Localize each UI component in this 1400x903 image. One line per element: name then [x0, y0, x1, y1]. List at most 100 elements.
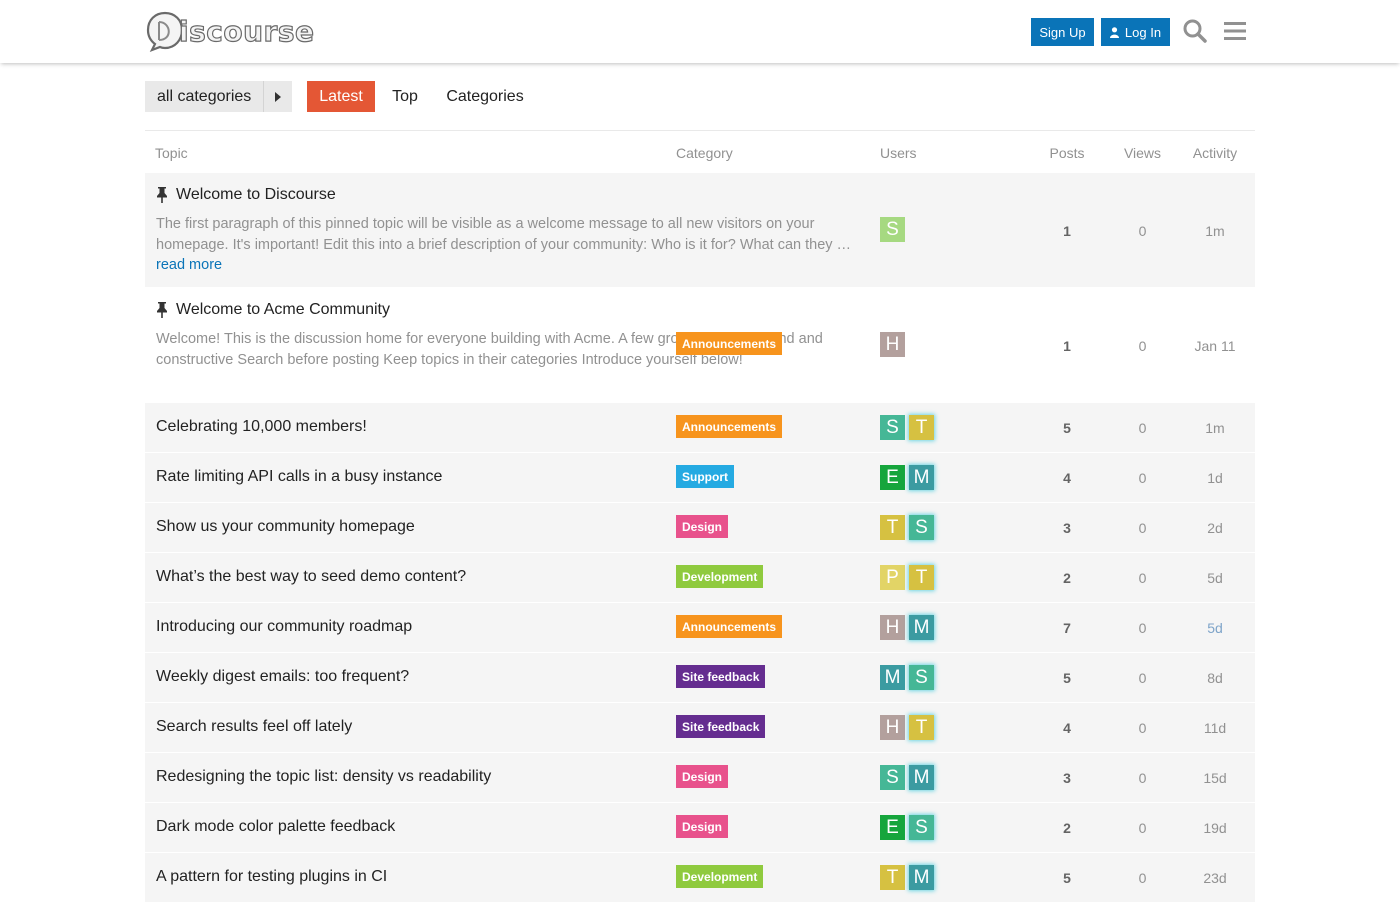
topic-row[interactable]: A pattern for testing plugins in CI Devel…: [145, 853, 1255, 903]
category-badge[interactable]: Site feedback: [676, 665, 766, 688]
category-badge[interactable]: Support: [676, 465, 734, 488]
avatar[interactable]: T: [909, 715, 934, 740]
activity-time[interactable]: 5d: [1180, 570, 1250, 586]
log-in-button[interactable]: Log In: [1101, 18, 1170, 46]
posts-count[interactable]: 1: [1025, 223, 1109, 239]
topic-title-link[interactable]: Rate limiting API calls in a busy instan…: [156, 468, 442, 486]
posts-count[interactable]: 4: [1025, 720, 1109, 736]
avatar[interactable]: S: [880, 765, 905, 790]
avatar[interactable]: M: [880, 665, 905, 690]
posts-count[interactable]: 2: [1025, 570, 1109, 586]
topic-title-link[interactable]: Welcome to Discourse: [156, 186, 336, 204]
activity-time[interactable]: 15d: [1180, 770, 1250, 786]
topic-row[interactable]: Welcome to Discourse The first paragraph …: [145, 173, 1255, 288]
avatar[interactable]: H: [880, 715, 905, 740]
topic-row[interactable]: Weekly digest emails: too frequent? Site …: [145, 653, 1255, 703]
tab-categories[interactable]: Categories: [439, 81, 531, 112]
topic-title-link[interactable]: Show us your community homepage: [156, 518, 415, 536]
avatar[interactable]: T: [909, 565, 934, 590]
site-logo[interactable]: iscourse: [145, 10, 315, 52]
avatar[interactable]: S: [880, 217, 905, 242]
activity-time[interactable]: 23d: [1180, 870, 1250, 886]
category-badge[interactable]: Announcements: [676, 332, 783, 355]
topic-row[interactable]: Search results feel off lately Site feedb…: [145, 703, 1255, 753]
avatar[interactable]: T: [880, 865, 905, 890]
activity-time[interactable]: 1m: [1180, 223, 1250, 239]
column-header-posts[interactable]: Posts: [1025, 145, 1109, 161]
activity-time[interactable]: 5d: [1180, 620, 1250, 636]
topic-row[interactable]: Show us your community homepage Design T S 3…: [145, 503, 1255, 553]
category-badge[interactable]: Announcements: [676, 415, 783, 438]
avatar[interactable]: M: [909, 465, 934, 490]
posts-count[interactable]: 2: [1025, 820, 1109, 836]
posts-count[interactable]: 3: [1025, 770, 1109, 786]
posts-count[interactable]: 5: [1025, 420, 1109, 436]
tab-top[interactable]: Top: [385, 81, 425, 112]
posts-count[interactable]: 7: [1025, 620, 1109, 636]
avatar[interactable]: S: [909, 665, 934, 690]
column-header-views[interactable]: Views: [1105, 145, 1180, 161]
topic-row[interactable]: What’s the best way to seed demo content…: [145, 553, 1255, 603]
category-badge[interactable]: Announcements: [676, 615, 783, 638]
read-more-link[interactable]: read more: [156, 257, 222, 273]
category-badge[interactable]: Site feedback: [676, 715, 766, 738]
avatar[interactable]: M: [909, 765, 934, 790]
topic-row[interactable]: Rate limiting API calls in a busy instan…: [145, 453, 1255, 503]
avatar[interactable]: E: [880, 815, 905, 840]
tab-latest[interactable]: Latest: [307, 81, 375, 112]
sign-up-button[interactable]: Sign Up: [1031, 18, 1094, 46]
category-badge[interactable]: Design: [676, 815, 729, 838]
search-icon[interactable]: [1182, 18, 1208, 44]
topic-title-link[interactable]: Introducing our community roadmap: [156, 618, 412, 636]
category-badge[interactable]: Development: [676, 565, 764, 588]
avatar[interactable]: M: [909, 615, 934, 640]
posts-count[interactable]: 1: [1025, 338, 1109, 354]
topic-row[interactable]: Dark mode color palette feedback Design E S…: [145, 803, 1255, 853]
topic-posters: EM: [880, 465, 938, 490]
topic-title-link[interactable]: Weekly digest emails: too frequent?: [156, 668, 409, 686]
posts-count[interactable]: 3: [1025, 520, 1109, 536]
activity-time[interactable]: Jan 11: [1180, 338, 1250, 354]
pin-icon: [156, 302, 170, 318]
topic-title-link[interactable]: Celebrating 10,000 members!: [156, 418, 367, 436]
avatar[interactable]: S: [909, 815, 934, 840]
topic-row[interactable]: Welcome to Acme Community Welcome! This i…: [145, 288, 1255, 403]
hamburger-menu-icon[interactable]: [1222, 18, 1248, 44]
avatar[interactable]: M: [909, 865, 934, 890]
column-header-users[interactable]: Users: [880, 145, 917, 161]
avatar[interactable]: T: [880, 515, 905, 540]
posts-count[interactable]: 4: [1025, 470, 1109, 486]
avatar[interactable]: S: [909, 515, 934, 540]
activity-time[interactable]: 8d: [1180, 670, 1250, 686]
avatar[interactable]: H: [880, 615, 905, 640]
topic-title-link[interactable]: Welcome to Acme Community: [156, 301, 390, 319]
activity-time[interactable]: 11d: [1180, 720, 1250, 736]
activity-time[interactable]: 1m: [1180, 420, 1250, 436]
avatar[interactable]: E: [880, 465, 905, 490]
column-header-activity[interactable]: Activity: [1180, 145, 1250, 161]
avatar[interactable]: T: [909, 415, 934, 440]
avatar[interactable]: P: [880, 565, 905, 590]
topic-title-link[interactable]: A pattern for testing plugins in CI: [156, 868, 387, 886]
topic-row[interactable]: Introducing our community roadmap Announc…: [145, 603, 1255, 653]
topic-title-link[interactable]: Search results feel off lately: [156, 718, 352, 736]
posts-count[interactable]: 5: [1025, 670, 1109, 686]
avatar[interactable]: H: [880, 332, 905, 357]
topic-title-link[interactable]: Dark mode color palette feedback: [156, 818, 395, 836]
column-header-topic[interactable]: Topic: [155, 145, 188, 161]
caret-right-icon[interactable]: [263, 81, 292, 112]
category-dropdown[interactable]: all categories: [145, 81, 292, 112]
topic-title-link[interactable]: Redesigning the topic list: density vs r…: [156, 768, 491, 786]
avatar[interactable]: S: [880, 415, 905, 440]
column-header-category[interactable]: Category: [676, 145, 733, 161]
topic-row[interactable]: Redesigning the topic list: density vs r…: [145, 753, 1255, 803]
topic-row[interactable]: Celebrating 10,000 members! Announcements…: [145, 403, 1255, 453]
category-badge[interactable]: Development: [676, 865, 764, 888]
activity-time[interactable]: 19d: [1180, 820, 1250, 836]
category-badge[interactable]: Design: [676, 515, 729, 538]
topic-title-link[interactable]: What’s the best way to seed demo content…: [156, 568, 466, 586]
category-badge[interactable]: Design: [676, 765, 729, 788]
posts-count[interactable]: 5: [1025, 870, 1109, 886]
activity-time[interactable]: 2d: [1180, 520, 1250, 536]
activity-time[interactable]: 1d: [1180, 470, 1250, 486]
